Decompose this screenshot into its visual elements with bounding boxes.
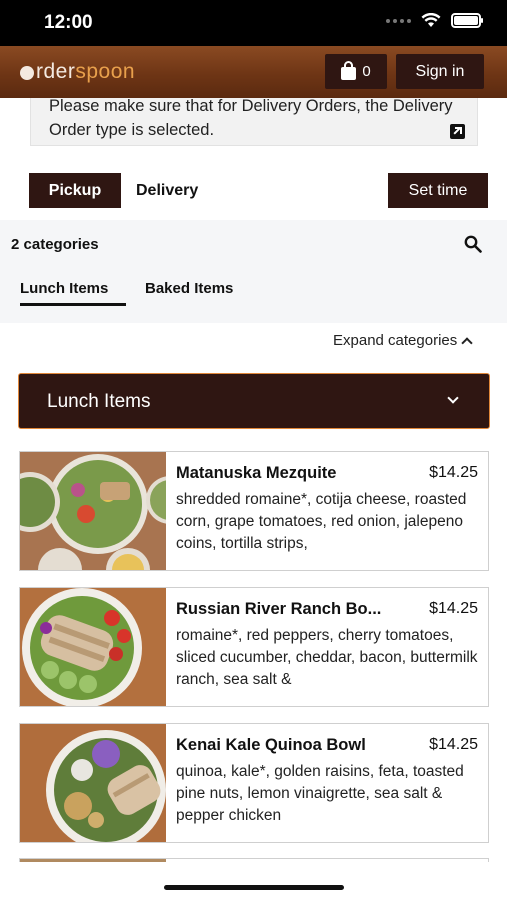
delivery-notice: Please make sure that for Delivery Order… bbox=[30, 97, 478, 146]
tab-lunch-items[interactable]: Lunch Items bbox=[20, 280, 108, 297]
status-bar: 12:00 bbox=[0, 0, 507, 46]
expand-categories-label: Expand categories bbox=[333, 332, 458, 349]
cellular-signal-icon bbox=[386, 18, 411, 23]
logo-mark-icon bbox=[20, 66, 34, 80]
item-price: $14.25 bbox=[429, 600, 478, 617]
salad-photo bbox=[20, 724, 166, 842]
salad-photo bbox=[20, 452, 166, 570]
home-indicator-area bbox=[0, 862, 507, 900]
menu-item-card[interactable]: Kenai Kale Quinoa Bowl $14.25 quinoa, ka… bbox=[19, 723, 489, 843]
cart-count: 0 bbox=[362, 63, 371, 80]
app-header: rder spoon 0 Sign in bbox=[0, 46, 507, 98]
item-description: romaine*, red peppers, cherry tomatoes, … bbox=[176, 627, 478, 688]
notice-text: Please make sure that for Delivery Order… bbox=[49, 97, 453, 139]
cart-button[interactable]: 0 bbox=[325, 54, 387, 89]
expand-categories-toggle[interactable]: Expand categories bbox=[333, 332, 473, 349]
category-panel: 2 categories Lunch Items Baked Items bbox=[0, 220, 507, 323]
status-icons bbox=[386, 13, 483, 28]
status-time: 12:00 bbox=[44, 12, 93, 33]
set-time-button[interactable]: Set time bbox=[388, 173, 488, 208]
logo-text-spoon: spoon bbox=[75, 60, 136, 83]
category-header-title: Lunch Items bbox=[47, 391, 151, 412]
item-name: Kenai Kale Quinoa Bowl bbox=[176, 736, 366, 754]
category-header-lunch-items[interactable]: Lunch Items bbox=[18, 373, 490, 429]
category-count: 2 categories bbox=[11, 236, 99, 253]
item-name: Russian River Ranch Bo... bbox=[176, 600, 382, 618]
menu-item-card[interactable]: Matanuska Mezquite $14.25 shredded romai… bbox=[19, 451, 489, 571]
battery-icon bbox=[451, 13, 483, 28]
tab-baked-items[interactable]: Baked Items bbox=[145, 280, 233, 297]
sign-in-button[interactable]: Sign in bbox=[396, 54, 484, 89]
chevron-up-icon bbox=[461, 337, 473, 349]
chevron-down-icon bbox=[447, 392, 459, 404]
home-indicator[interactable] bbox=[164, 885, 344, 890]
item-name: Matanuska Mezquite bbox=[176, 464, 337, 482]
item-description: shredded romaine*, cotija cheese, roaste… bbox=[176, 491, 467, 552]
search-icon[interactable] bbox=[464, 235, 482, 253]
item-price: $14.25 bbox=[429, 736, 478, 753]
wifi-icon bbox=[421, 13, 441, 27]
active-tab-underline bbox=[20, 303, 126, 306]
open-external-icon[interactable] bbox=[450, 124, 465, 139]
delivery-tab[interactable]: Delivery bbox=[136, 182, 198, 200]
salad-photo bbox=[20, 588, 166, 706]
item-description: quinoa, kale*, golden raisins, feta, toa… bbox=[176, 763, 464, 824]
orderspoon-logo[interactable]: rder spoon bbox=[20, 60, 135, 84]
shopping-bag-icon bbox=[341, 60, 357, 80]
item-price: $14.25 bbox=[429, 464, 478, 481]
pickup-tab[interactable]: Pickup bbox=[29, 173, 121, 208]
logo-text-order: rder bbox=[36, 60, 76, 83]
menu-item-card[interactable]: Russian River Ranch Bo... $14.25 romaine… bbox=[19, 587, 489, 707]
